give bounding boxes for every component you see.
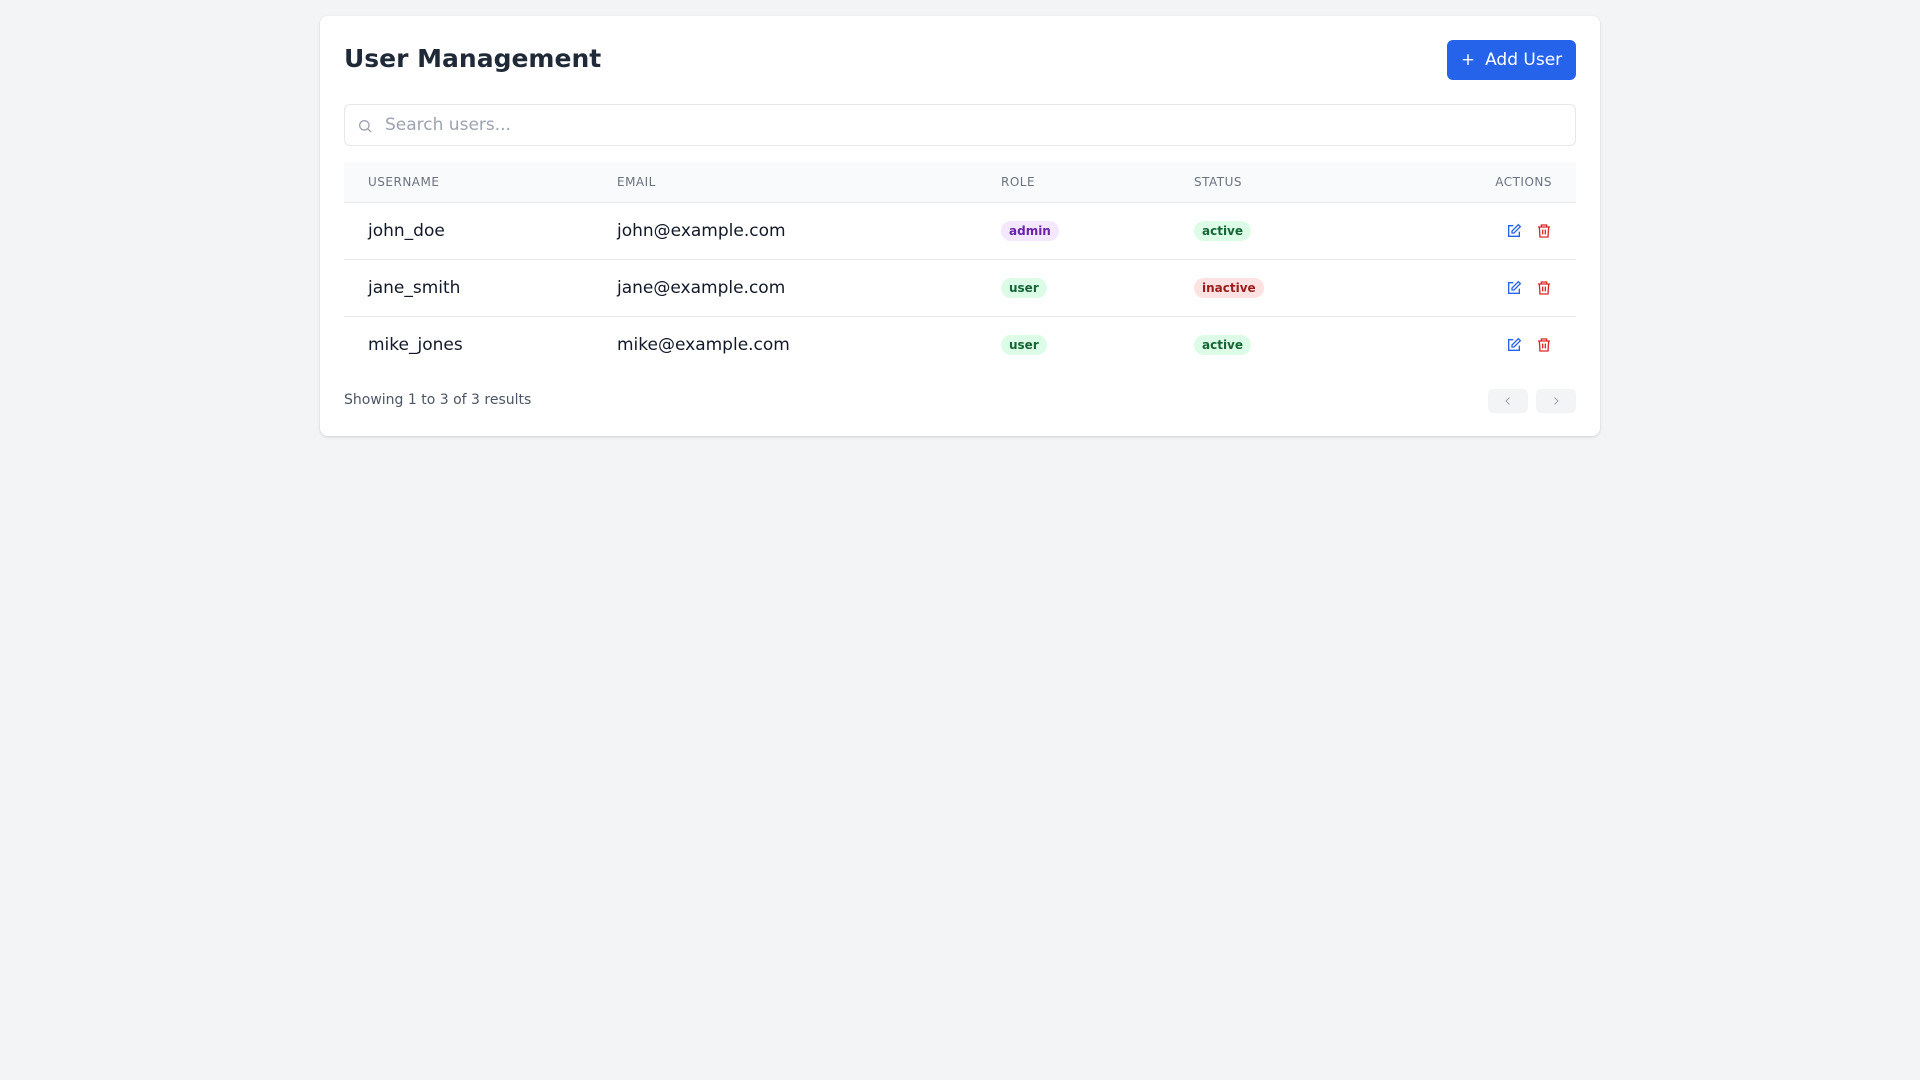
role-cell: user <box>977 316 1170 373</box>
username-cell: john_doe <box>368 220 445 241</box>
role-badge: user <box>1001 335 1047 356</box>
role-badge: admin <box>1001 221 1059 241</box>
email-cell: mike@example.com <box>617 334 790 355</box>
status-cell: active <box>1170 202 1385 259</box>
actions-cell <box>1385 316 1576 373</box>
username-cell: mike_jones <box>368 334 463 355</box>
delete-icon[interactable] <box>1536 337 1552 353</box>
page-title: User Management <box>344 44 602 73</box>
search-icon <box>359 120 372 133</box>
add-user-label: Add User <box>1485 50 1563 70</box>
status-cell: inactive <box>1170 259 1385 316</box>
role-cell: user <box>977 259 1170 316</box>
edit-icon[interactable] <box>1506 337 1522 353</box>
table-row: jane_smith jane@example.com user inactiv… <box>344 259 1576 316</box>
search-input[interactable] <box>385 105 1565 145</box>
chevron-right-icon <box>1554 397 1559 405</box>
status-badge: inactive <box>1194 278 1264 298</box>
chevron-left-icon <box>1505 397 1510 405</box>
role-badge: user <box>1001 278 1047 298</box>
status-badge: active <box>1194 335 1252 356</box>
username-cell: jane_smith <box>368 277 461 298</box>
email-cell: jane@example.com <box>617 277 786 298</box>
edit-icon[interactable] <box>1506 223 1522 239</box>
col-role: ROLE <box>1001 174 1036 189</box>
delete-icon[interactable] <box>1536 280 1552 296</box>
delete-icon[interactable] <box>1536 223 1552 239</box>
table-row: john_doe john@example.com admin active <box>344 202 1576 259</box>
next-page-button[interactable] <box>1536 389 1576 413</box>
actions-cell <box>1385 259 1576 316</box>
role-cell: admin <box>977 202 1170 259</box>
col-status: STATUS <box>1194 174 1243 189</box>
actions-cell <box>1385 202 1576 259</box>
search-box <box>344 104 1576 146</box>
table-row: mike_jones mike@example.com user active <box>344 316 1576 373</box>
email-cell: john@example.com <box>617 220 786 241</box>
prev-page-button[interactable] <box>1488 389 1528 413</box>
user-management-card: User Management + Add User USERNAME EMAI… <box>320 16 1600 436</box>
status-cell: active <box>1170 316 1385 373</box>
edit-icon[interactable] <box>1506 280 1522 296</box>
col-actions: ACTIONS <box>1495 174 1552 189</box>
status-badge: active <box>1194 221 1252 241</box>
users-table: USERNAME EMAIL ROLE STATUS ACTIONS john_… <box>344 162 1576 373</box>
col-username: USERNAME <box>368 174 440 189</box>
plus-icon: + <box>1460 50 1476 70</box>
col-email: EMAIL <box>617 174 656 189</box>
add-user-button[interactable]: + Add User <box>1447 40 1576 80</box>
table-header: USERNAME EMAIL ROLE STATUS ACTIONS <box>344 162 1576 202</box>
results-summary: Showing 1 to 3 of 3 results <box>344 392 532 408</box>
